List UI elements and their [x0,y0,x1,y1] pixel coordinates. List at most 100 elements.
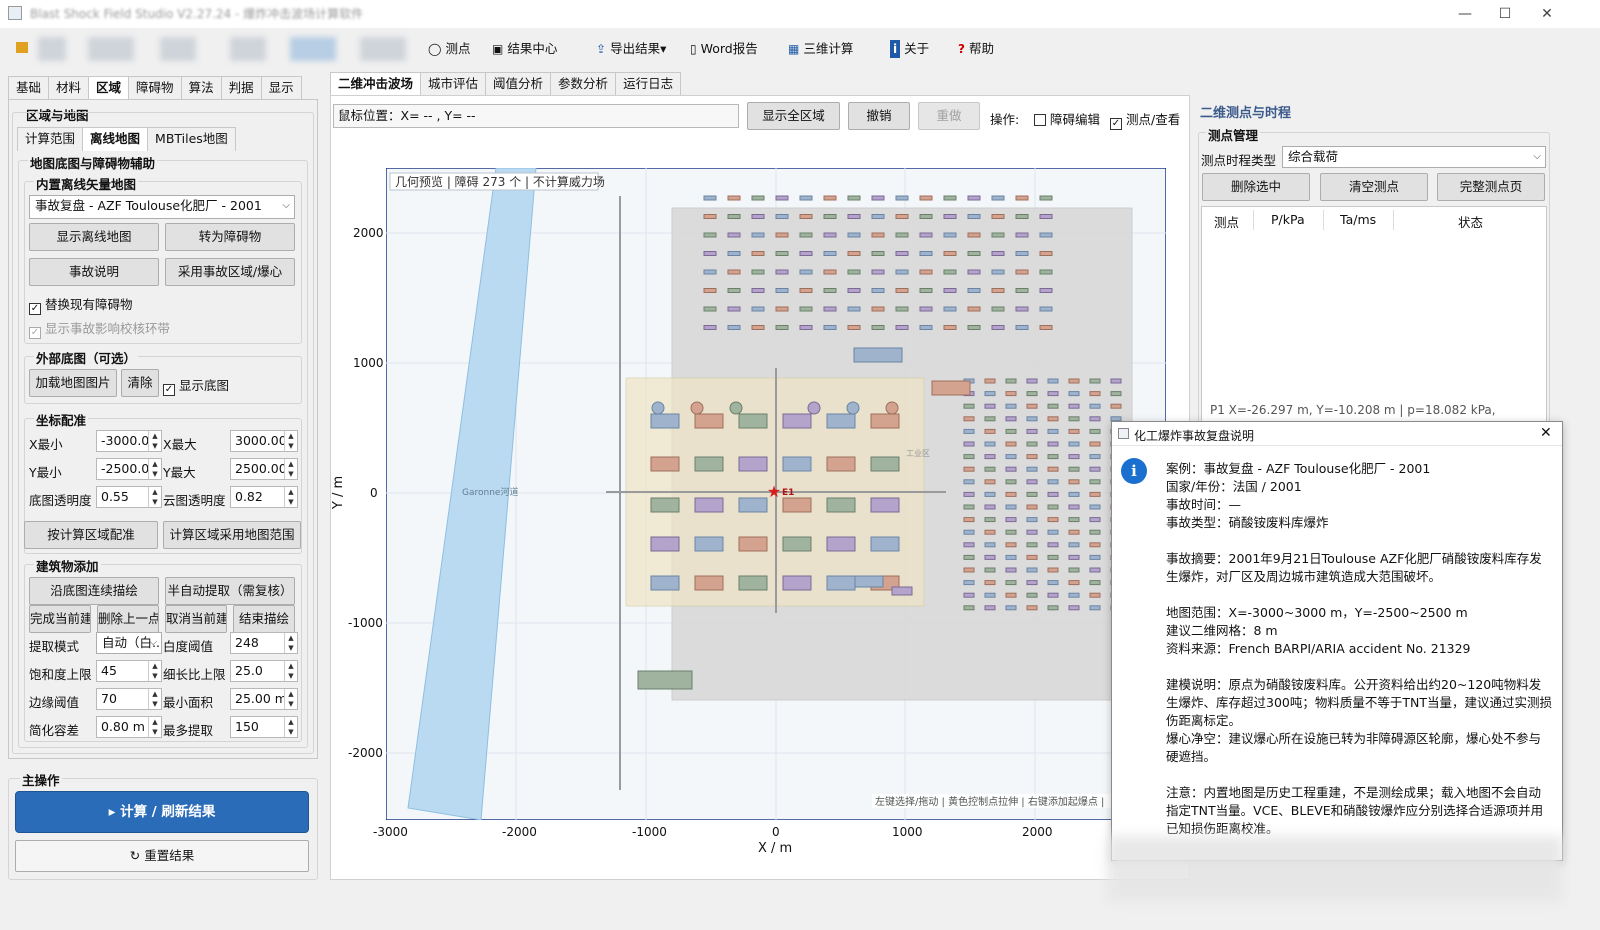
building[interactable] [738,497,768,513]
delete-prev-button[interactable]: 删除上一点 [97,605,159,633]
building[interactable] [1047,454,1059,460]
building[interactable] [991,306,1005,312]
building[interactable] [895,325,909,330]
load-map-image-button[interactable]: 加载地图图片 [29,369,117,397]
building[interactable] [799,325,813,330]
building[interactable] [703,214,717,219]
building[interactable] [823,306,837,312]
dialog-close-icon[interactable]: ✕ [1540,425,1552,441]
building[interactable] [1039,251,1053,256]
mode-select[interactable]: 自动（白... ⌵ [96,632,162,654]
building[interactable] [967,288,981,293]
building[interactable] [963,567,975,573]
building[interactable] [782,575,812,591]
tab-2d-shock-field[interactable]: 二维冲击波场 [330,72,422,96]
building[interactable] [826,575,856,591]
building[interactable] [775,306,789,312]
word-report-button[interactable]: ▯ Word报告 [690,40,758,58]
use-map-range-button[interactable]: 计算区域采用地图范围 [163,521,301,549]
close-window-icon[interactable]: ✕ [1532,4,1562,24]
building[interactable] [984,554,996,560]
ymin-input[interactable]: -2500.00 ▲ ▼ [96,458,162,480]
building[interactable] [991,325,1005,330]
building[interactable] [1005,491,1017,497]
building[interactable] [1026,542,1038,548]
building[interactable] [1015,288,1029,293]
building[interactable] [847,195,861,201]
building[interactable] [1047,403,1059,409]
building[interactable] [1047,542,1059,548]
building[interactable] [1068,529,1080,535]
building[interactable] [826,456,856,472]
clear-measures-button[interactable]: 清空测点 [1320,173,1428,201]
tab-calc-range[interactable]: 计算范围 [17,127,84,151]
building[interactable] [895,251,909,256]
building[interactable] [751,325,765,330]
building[interactable] [694,497,724,513]
building[interactable] [871,195,885,201]
building[interactable] [1026,567,1038,573]
measure-view-checkbox[interactable]: ✓ 测点/查看 [1110,109,1180,130]
tab-param-analysis[interactable]: 参数分析 [550,72,617,96]
building[interactable] [919,269,933,275]
tab-run-log[interactable]: 运行日志 [615,72,682,96]
building[interactable] [984,441,996,447]
ratio-input[interactable]: 25.0 ▲ ▼ [230,660,298,682]
building[interactable] [984,605,996,611]
building[interactable] [991,232,1005,238]
building[interactable] [1005,592,1017,598]
building[interactable] [963,491,975,497]
tab-obstacle[interactable]: 障碍物 [128,76,182,100]
building[interactable] [1068,416,1080,422]
building[interactable] [1026,605,1038,611]
spin-icon[interactable]: ▲ ▼ [148,431,161,451]
building[interactable] [727,251,741,256]
spin-icon[interactable]: ▲ ▼ [284,487,297,507]
building[interactable] [847,232,861,238]
building[interactable] [1005,466,1017,472]
building[interactable] [967,251,981,256]
building[interactable] [984,391,996,397]
building[interactable] [1015,214,1029,219]
building[interactable] [1047,416,1059,422]
building[interactable] [1005,567,1017,573]
building[interactable] [1089,592,1101,598]
building[interactable] [1068,542,1080,548]
building[interactable] [963,504,975,510]
building[interactable] [919,306,933,312]
building[interactable] [1047,491,1059,497]
builtin-map-select[interactable]: 事故复盘 - AZF Toulouse化肥厂 - 2001 ⌵ [29,195,295,219]
building[interactable] [799,269,813,275]
auto-extract-button[interactable]: 半自动提取（需复核） [165,577,295,605]
building[interactable] [1110,391,1122,397]
building[interactable] [1026,466,1038,472]
results-center-button[interactable]: ▣ 结果中心 [492,40,557,58]
building[interactable] [751,306,765,312]
building[interactable] [1047,428,1059,434]
building[interactable] [1089,403,1101,409]
building[interactable] [1005,428,1017,434]
edge-input[interactable]: 70 ▲ ▼ [96,688,162,710]
building[interactable] [1110,378,1122,384]
building[interactable] [823,251,837,256]
spin-icon[interactable]: ▲ ▼ [284,633,297,653]
building[interactable] [727,195,741,201]
building[interactable] [1068,378,1080,384]
building[interactable] [1047,605,1059,611]
building[interactable] [1039,269,1053,275]
building[interactable] [738,456,768,472]
building[interactable] [823,288,837,293]
building[interactable] [775,232,789,238]
building[interactable] [751,251,765,256]
spin-icon[interactable]: ▲ ▼ [284,661,297,681]
charge-star-icon[interactable]: ★ [767,482,781,501]
building[interactable] [1089,441,1101,447]
simplify-input[interactable]: 0.80 m ▲ ▼ [96,716,162,738]
spin-icon[interactable]: ▲ ▼ [284,431,297,451]
building[interactable] [871,214,885,219]
building[interactable] [727,288,741,293]
building[interactable] [931,380,971,396]
building[interactable] [1015,195,1029,201]
building[interactable] [1039,232,1053,238]
building[interactable] [1015,232,1029,238]
